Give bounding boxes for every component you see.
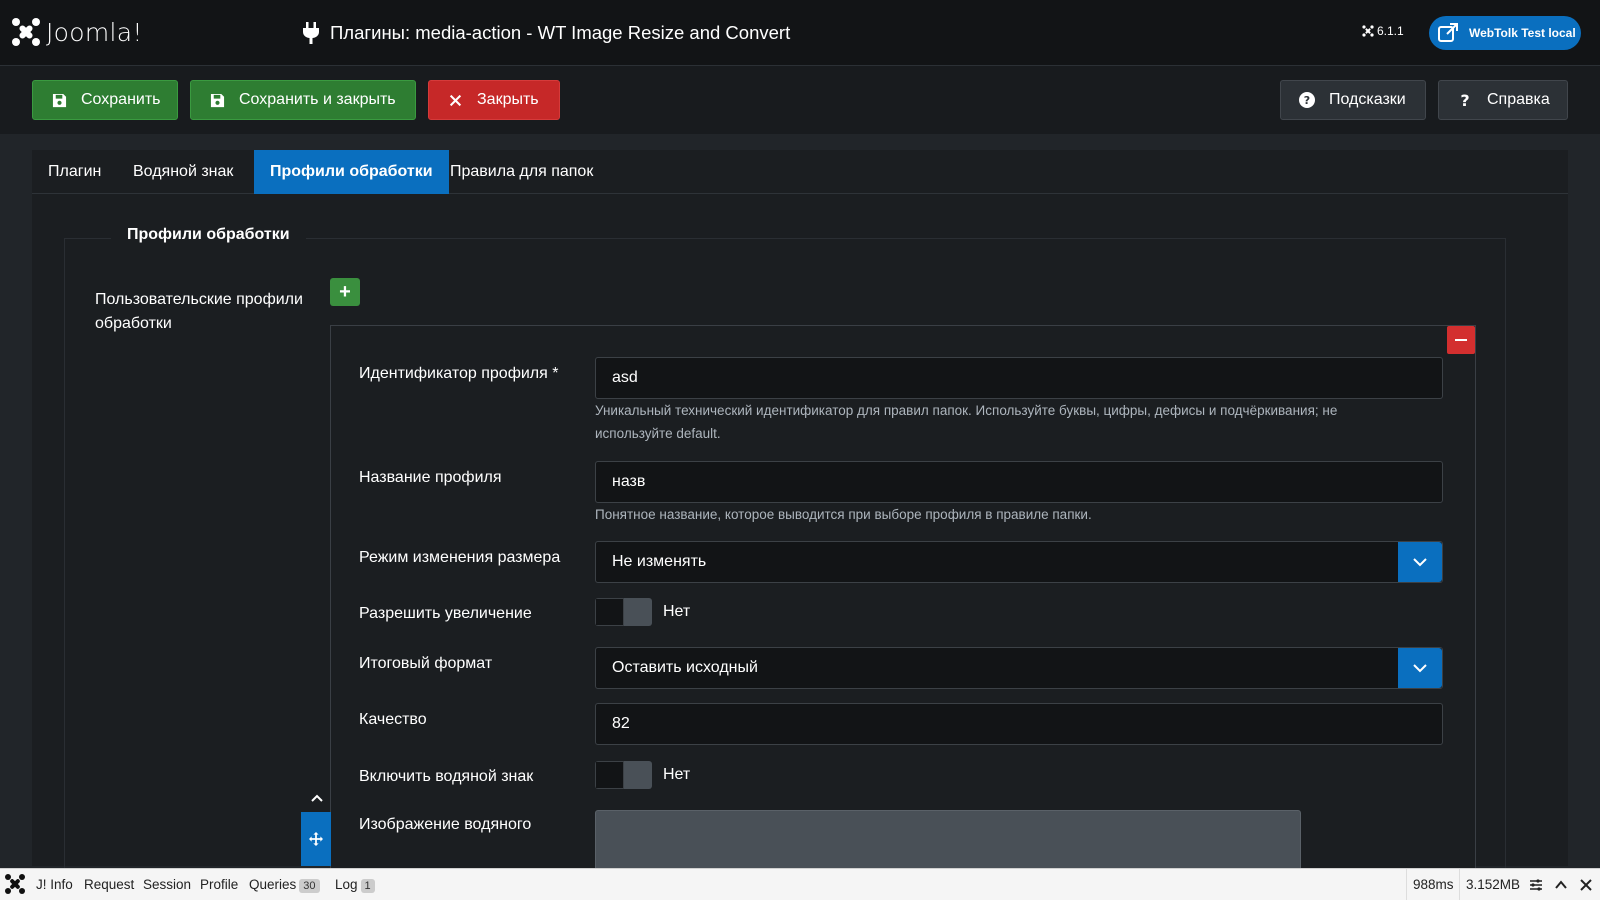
version-badge: 6.1.1 <box>1362 24 1404 38</box>
debug-tab-session[interactable]: Session <box>143 869 191 900</box>
toggle-track <box>595 598 624 626</box>
save-button[interactable]: Сохранить <box>32 80 178 120</box>
tab-folder-rules[interactable]: Правила для папок <box>434 150 609 194</box>
allow-upscale-value: Нет <box>663 603 691 620</box>
debug-tab-profile[interactable]: Profile <box>200 869 238 900</box>
output-format-label: Итоговый формат <box>359 655 493 672</box>
enable-watermark-value: Нет <box>663 766 691 783</box>
log-count-badge: 1 <box>360 879 375 893</box>
site-button-label: WebTolk Test local <box>1469 26 1576 40</box>
close-icon[interactable] <box>1578 877 1594 893</box>
chevron-down-icon[interactable] <box>1398 648 1442 688</box>
question-icon: ? <box>1457 92 1473 108</box>
external-link-icon <box>1438 23 1458 42</box>
remove-profile-button[interactable] <box>1447 326 1475 354</box>
profile-id-input[interactable]: asd <box>595 357 1443 399</box>
resize-mode-value: Не изменять <box>612 553 707 570</box>
debug-tab-log[interactable]: Log 1 <box>335 869 375 900</box>
svg-text:?: ? <box>1460 92 1469 108</box>
output-format-value: Оставить исходный <box>612 659 758 676</box>
toolbar: Сохранить Сохранить и закрыть Закрыть ? … <box>0 66 1600 134</box>
resize-mode-label: Режим изменения размера <box>359 549 561 566</box>
joomla-icon <box>12 18 40 46</box>
chevron-down-icon[interactable] <box>1398 542 1442 582</box>
profile-name-label: Название профиля <box>359 469 502 486</box>
debug-tab-info[interactable]: J! Info <box>36 869 73 900</box>
plug-icon <box>303 22 319 44</box>
tab-watermark[interactable]: Водяной знак <box>117 150 249 194</box>
logo-text: Joomla! <box>46 17 143 47</box>
main-panel: Плагин Водяной знак Профили обработки Пр… <box>32 150 1568 885</box>
settings-sliders-icon[interactable] <box>1528 877 1544 893</box>
allow-upscale-toggle[interactable] <box>595 598 652 626</box>
help-label: Справка <box>1487 91 1550 108</box>
page-title: Плагины: media-action - WT Image Resize … <box>302 18 790 48</box>
allow-upscale-label: Разрешить увеличение <box>359 605 532 622</box>
page-title-text: Плагины: media-action - WT Image Resize … <box>330 22 791 43</box>
debug-tab-queries[interactable]: Queries 30 <box>249 869 320 900</box>
log-label: Log <box>335 877 358 892</box>
add-profile-button[interactable]: + <box>330 278 360 306</box>
profile-name-hint: Понятное название, которое выводится при… <box>595 507 1092 522</box>
fieldset-legend: Профили обработки <box>111 226 306 244</box>
move-handle-button[interactable] <box>301 812 331 866</box>
chevron-up-icon[interactable] <box>309 790 325 806</box>
quality-input[interactable]: 82 <box>595 703 1443 745</box>
profile-id-label: Идентификатор профиля * <box>359 365 559 382</box>
save-icon <box>209 92 225 108</box>
resize-mode-select[interactable]: Не изменять <box>595 541 1443 583</box>
chevron-up-icon[interactable] <box>1553 877 1569 893</box>
queries-label: Queries <box>249 877 297 892</box>
header: Joomla! Плагины: media-action - WT Image… <box>0 0 1600 66</box>
minus-icon <box>1455 338 1467 342</box>
debug-bar: J! Info Request Session Profile Queries 3… <box>0 868 1600 900</box>
debug-request-time: 988ms <box>1406 869 1460 900</box>
joomla-small-icon <box>1362 25 1374 37</box>
save-icon <box>51 92 67 108</box>
quality-label: Качество <box>359 711 427 728</box>
close-button[interactable]: Закрыть <box>428 80 560 120</box>
version-text: 6.1.1 <box>1377 24 1404 38</box>
watermark-image-label: Изображение водяного знака <box>359 816 532 841</box>
view-site-button[interactable]: WebTolk Test local <box>1429 16 1581 50</box>
close-label: Закрыть <box>477 91 539 108</box>
hints-label: Подсказки <box>1329 91 1406 108</box>
debug-tab-request[interactable]: Request <box>84 869 134 900</box>
question-circle-icon: ? <box>1299 92 1315 108</box>
save-close-button[interactable]: Сохранить и закрыть <box>190 80 416 120</box>
profile-subform: Идентификатор профиля * asd Уникальный т… <box>330 325 1476 885</box>
tab-plugin[interactable]: Плагин <box>32 150 117 194</box>
toggle-knob <box>624 598 652 626</box>
save-label: Сохранить <box>81 91 161 108</box>
profile-id-hint: Уникальный технический идентификатор для… <box>595 403 1338 441</box>
custom-profiles-label: Пользовательские профили обработки <box>95 291 303 332</box>
joomla-logo[interactable]: Joomla! <box>10 16 143 48</box>
enable-watermark-toggle[interactable] <box>595 761 652 789</box>
save-close-label: Сохранить и закрыть <box>239 91 396 108</box>
toggle-knob <box>624 761 652 789</box>
enable-watermark-label: Включить водяной знак <box>359 768 534 785</box>
output-format-select[interactable]: Оставить исходный <box>595 647 1443 689</box>
arrows-move-icon <box>309 832 323 846</box>
toggle-track <box>595 761 624 789</box>
close-icon <box>447 92 463 108</box>
hints-button[interactable]: ? Подсказки <box>1280 80 1426 120</box>
profile-name-input[interactable]: назв <box>595 461 1443 503</box>
joomla-debug-icon[interactable] <box>4 873 26 895</box>
help-button[interactable]: ? Справка <box>1438 80 1568 120</box>
tab-bar: Плагин Водяной знак Профили обработки Пр… <box>32 150 1568 194</box>
debug-memory-usage: 3.152MB <box>1459 869 1526 900</box>
queries-count-badge: 30 <box>299 879 320 893</box>
svg-text:?: ? <box>1304 94 1310 107</box>
tab-processing-profiles[interactable]: Профили обработки <box>254 150 449 194</box>
